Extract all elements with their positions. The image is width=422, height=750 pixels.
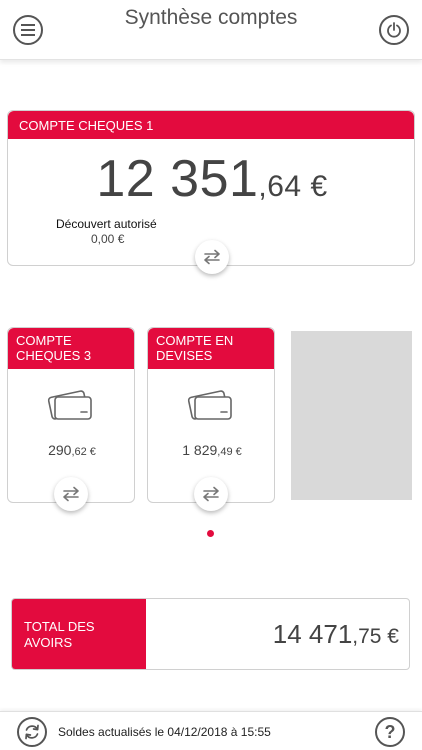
refresh-button[interactable] bbox=[17, 717, 47, 747]
account-name-line1: COMPTE bbox=[16, 333, 72, 348]
account-balance-integer: 290 bbox=[48, 442, 72, 458]
last-update-status: Soldes actualisés le 04/12/2018 à 15:55 bbox=[58, 725, 271, 739]
main-account-card[interactable]: COMPTE CHEQUES 1 12 351,64 € Découvert a… bbox=[7, 110, 416, 274]
logout-button[interactable] bbox=[379, 15, 409, 45]
account-balance-decimal: ,62 € bbox=[71, 446, 96, 458]
total-assets-card: TOTAL DES AVOIRS 14 471,75 € bbox=[11, 598, 410, 670]
transfer-arrows-icon bbox=[63, 486, 79, 502]
account-balance-decimal: ,49 € bbox=[217, 446, 242, 458]
main-balance-decimal: ,64 € bbox=[258, 170, 328, 203]
transfer-arrows-icon bbox=[204, 249, 220, 265]
account-transfer-button[interactable] bbox=[54, 477, 88, 511]
account-name-line2: DEVISES bbox=[156, 348, 213, 363]
account-balance-integer: 1 829 bbox=[182, 442, 218, 458]
main-account-balance: 12 351,64 € bbox=[8, 149, 416, 209]
account-card-cheques-3[interactable]: COMPTE CHEQUES 3 290,62 € bbox=[7, 327, 136, 511]
help-button[interactable]: ? bbox=[375, 717, 405, 747]
power-icon bbox=[387, 22, 401, 38]
overdraft-label: Découvert autorisé bbox=[56, 217, 157, 231]
account-balance: 290,62 € bbox=[8, 442, 136, 458]
account-name: COMPTE EN DEVISES bbox=[148, 328, 274, 369]
help-icon: ? bbox=[384, 722, 396, 742]
page-title: Synthèse comptes bbox=[124, 6, 298, 29]
card-icon bbox=[187, 390, 232, 420]
total-amount-integer: 14 471 bbox=[272, 619, 353, 649]
account-card-devises[interactable]: COMPTE EN DEVISES 1 829,49 € bbox=[147, 327, 276, 511]
account-transfer-button[interactable] bbox=[194, 477, 228, 511]
next-account-card-placeholder[interactable] bbox=[291, 331, 412, 500]
total-amount-decimal: ,75 € bbox=[352, 625, 399, 648]
main-account-name: COMPTE CHEQUES 1 bbox=[8, 111, 414, 139]
pagination-dot-active bbox=[207, 530, 214, 537]
total-label: TOTAL DES AVOIRS bbox=[12, 599, 146, 669]
total-label-line1: TOTAL DES bbox=[24, 619, 95, 634]
account-name-line1: COMPTE EN bbox=[156, 333, 234, 348]
total-label-line2: AVOIRS bbox=[24, 635, 73, 650]
card-icon bbox=[47, 390, 92, 420]
account-name: COMPTE CHEQUES 3 bbox=[8, 328, 134, 369]
status-footer: Soldes actualisés le 04/12/2018 à 15:55 … bbox=[0, 711, 422, 750]
main-balance-integer: 12 351 bbox=[96, 150, 259, 208]
app-header: Synthèse comptes bbox=[0, 0, 422, 60]
account-balance: 1 829,49 € bbox=[148, 442, 276, 458]
refresh-icon bbox=[25, 724, 39, 740]
total-amount: 14 471,75 € bbox=[273, 619, 399, 650]
transfer-arrows-icon bbox=[203, 486, 219, 502]
overdraft-value: 0,00 € bbox=[91, 232, 125, 246]
account-name-line2: CHEQUES 3 bbox=[16, 348, 92, 363]
main-transfer-button[interactable] bbox=[195, 240, 229, 274]
